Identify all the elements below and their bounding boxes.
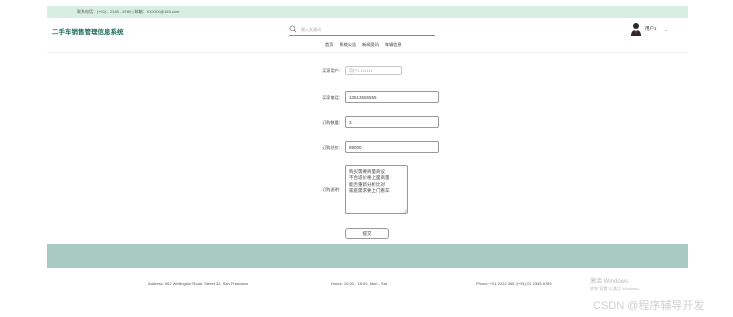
footer-band: [47, 244, 688, 268]
footer-address: Address: 562 Wellington Road, Street 32,…: [148, 281, 249, 286]
user-name[interactable]: 用户1: [645, 26, 657, 32]
nav-item-vehicles[interactable]: 车辆信息: [385, 42, 402, 48]
search-box[interactable]: [289, 23, 435, 36]
order-total-label: 订购总价:: [322, 145, 340, 150]
order-total-row: 订购总价:: [300, 141, 500, 154]
search-input[interactable]: [301, 24, 431, 34]
buyer-phone-row: 买家电话:: [300, 91, 500, 104]
order-remark-label: 订购说明:: [322, 187, 340, 192]
order-remark-row: 订购说明: 购买需要商量商议 不合适价格上面商量 能否重新分析比对 家庭需求要上…: [300, 165, 500, 215]
buyer-phone-input[interactable]: [345, 91, 439, 103]
order-total-input[interactable]: [345, 141, 439, 153]
csdn-watermark: CSDN @程序辅导开发: [593, 300, 705, 312]
order-quantity-input[interactable]: [345, 116, 439, 128]
order-remark-textarea[interactable]: 购买需要商量商议 不合适价格上面商量 能否重新分析比对 家庭需求要上门看车: [345, 165, 408, 214]
buyer-phone-label: 买家电话:: [322, 95, 340, 100]
footer-phone: Phone: +01 2222 365 /(+91) 01 2345 6789: [476, 281, 552, 286]
nav-item-announcements[interactable]: 系统公告: [339, 42, 356, 48]
nav-item-news[interactable]: 新闻资讯: [362, 42, 379, 48]
windows-activation-subtitle: 转到"设置"以激活 Windows。: [590, 286, 643, 291]
nav-divider: [47, 52, 688, 53]
nav-item-home[interactable]: 首页: [325, 42, 333, 48]
submit-button[interactable]: 提交: [345, 228, 389, 239]
order-quantity-label: 订购数量:: [322, 120, 340, 125]
buyer-account-label: 买家用户:: [322, 68, 340, 73]
search-icon[interactable]: [289, 25, 297, 33]
windows-activation-title: 激活 Windows: [590, 279, 629, 285]
main-nav: 首页 系统公告 新闻资讯 车辆信息: [325, 42, 402, 48]
resize-handle-icon[interactable]: [403, 209, 407, 213]
buyer-account-row: 买家用户:: [300, 66, 500, 76]
user-menu[interactable]: 用户1 ⌄: [630, 21, 668, 37]
buyer-account-field: [345, 66, 402, 75]
page: 联系电话：(+01) - 2345 - 6789 | 邮箱：XXXXX@163.…: [0, 0, 733, 317]
avatar[interactable]: [630, 22, 642, 36]
site-title[interactable]: 二手车销售管理信息系统: [52, 26, 124, 36]
windows-activation-watermark: 激活 Windows 转到"设置"以激活 Windows。: [590, 276, 642, 292]
contact-bar: 联系电话：(+01) - 2345 - 6789 | 邮箱：XXXXX@163.…: [47, 6, 688, 18]
chevron-down-icon[interactable]: ⌄: [665, 27, 668, 32]
footer-hours: Hours: 10:00 - 18:00, Mon - Sat: [331, 281, 388, 286]
order-quantity-row: 订购数量:: [300, 116, 500, 129]
